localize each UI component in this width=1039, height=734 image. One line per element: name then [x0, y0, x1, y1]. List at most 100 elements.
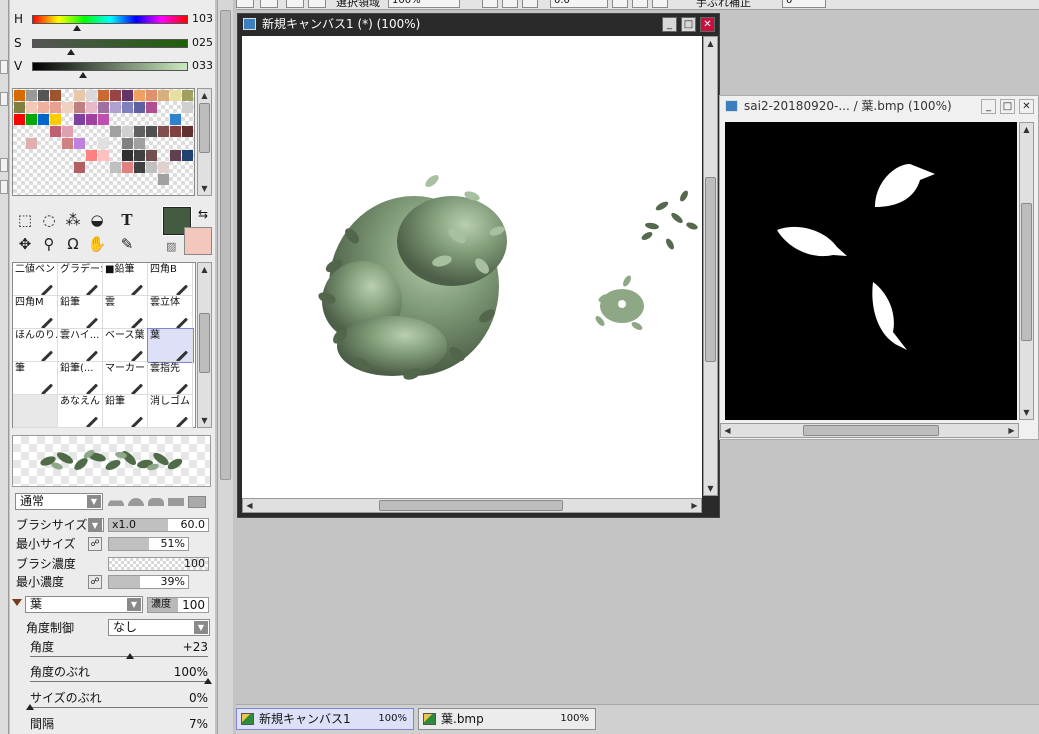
color-swatch[interactable] [122, 162, 133, 173]
color-swatch[interactable] [110, 102, 121, 113]
minimize-icon[interactable]: _ [662, 17, 677, 32]
background-color[interactable] [184, 227, 212, 255]
scroll-thumb[interactable] [220, 10, 231, 480]
color-swatch[interactable] [14, 126, 25, 137]
chevron-down-icon[interactable]: ▼ [127, 598, 141, 611]
rect-select-icon[interactable]: ⬚ [14, 209, 36, 231]
color-swatch[interactable] [170, 138, 181, 149]
color-swatch[interactable] [86, 90, 97, 101]
chevron-down-icon[interactable]: ▼ [194, 621, 208, 634]
color-swatch[interactable] [170, 162, 181, 173]
shape-icon[interactable]: ◒ [86, 209, 108, 231]
color-swatch[interactable] [146, 102, 157, 113]
color-swatch[interactable] [86, 186, 97, 197]
color-swatch[interactable] [182, 102, 193, 113]
color-swatch[interactable] [122, 150, 133, 161]
angle-jitter-slider[interactable] [30, 678, 212, 684]
color-swatch[interactable] [86, 126, 97, 137]
rotate-reset-button[interactable] [652, 0, 668, 8]
color-swatch[interactable] [146, 162, 157, 173]
color-swatch[interactable] [182, 126, 193, 137]
color-swatch[interactable] [74, 114, 85, 125]
min-size-slider[interactable]: 51% [108, 537, 189, 551]
brush-scrollbar[interactable]: ▲ ▼ [197, 262, 212, 428]
color-swatch[interactable] [50, 138, 61, 149]
color-swatch[interactable] [50, 162, 61, 173]
color-swatch[interactable] [62, 174, 73, 185]
brush-shape-medium[interactable] [148, 498, 164, 506]
color-swatch[interactable] [110, 90, 121, 101]
color-swatch[interactable] [38, 90, 49, 101]
color-swatch[interactable] [26, 162, 37, 173]
pressure-toggle-icon[interactable]: ☍ [88, 575, 102, 589]
zoom-out-button[interactable] [482, 0, 498, 8]
color-swatch[interactable] [122, 174, 133, 185]
magic-wand-icon[interactable]: ⁂ [62, 209, 84, 231]
color-swatch[interactable] [38, 126, 49, 137]
slider-marker[interactable] [204, 678, 212, 684]
color-swatch[interactable] [134, 162, 145, 173]
rotate-left-button[interactable] [612, 0, 628, 8]
scroll-down-icon[interactable]: ▼ [705, 483, 716, 494]
color-swatch[interactable] [50, 150, 61, 161]
stabilizer-select[interactable]: 0 [782, 0, 826, 8]
collapse-arrow-icon[interactable] [12, 599, 22, 606]
brush-slot[interactable]: 雲ハイ... [58, 329, 103, 362]
swap-colors-icon[interactable]: ⇆ [198, 207, 208, 221]
color-swatch[interactable] [26, 174, 37, 185]
zoom-select[interactable]: 100% [388, 0, 460, 8]
color-swatch[interactable] [182, 90, 193, 101]
color-swatch[interactable] [122, 138, 133, 149]
color-swatch[interactable] [14, 174, 25, 185]
color-swatch[interactable] [146, 114, 157, 125]
density-slider[interactable]: 100 [108, 557, 209, 571]
color-swatch[interactable] [74, 162, 85, 173]
canvas-horizontal-scrollbar[interactable]: ◀ ▶ [242, 498, 702, 513]
swatch-scrollbar[interactable]: ▲ ▼ [197, 88, 212, 196]
scroll-down-icon[interactable]: ▼ [1021, 407, 1032, 418]
move-icon[interactable]: ✥ [14, 233, 36, 255]
brush-shape-soft[interactable] [108, 498, 124, 506]
maximize-icon[interactable]: □ [681, 17, 696, 32]
color-swatch[interactable] [122, 114, 133, 125]
canvas-area[interactable] [242, 36, 702, 512]
slider-marker[interactable] [26, 704, 34, 710]
scroll-thumb[interactable] [1021, 203, 1032, 341]
brush-shape-flat[interactable] [168, 498, 184, 506]
color-swatch[interactable] [14, 186, 25, 197]
color-swatch[interactable] [14, 102, 25, 113]
scroll-up-icon[interactable]: ▲ [199, 90, 210, 101]
color-swatch[interactable] [98, 126, 109, 137]
color-swatch[interactable] [50, 174, 61, 185]
angle-slider[interactable] [30, 653, 208, 659]
color-swatch[interactable] [62, 186, 73, 197]
hand-icon[interactable]: ✋ [86, 233, 108, 255]
texture-select[interactable]: 葉 ▼ [25, 596, 143, 613]
color-swatch[interactable] [26, 150, 37, 161]
color-swatch[interactable] [38, 174, 49, 185]
brush-shape-round[interactable] [128, 498, 144, 506]
rotate-right-button[interactable] [632, 0, 648, 8]
toolbar-button[interactable] [236, 0, 254, 8]
color-swatch[interactable] [158, 174, 169, 185]
color-swatch[interactable] [62, 114, 73, 125]
color-swatch[interactable] [86, 150, 97, 161]
color-swatch[interactable] [38, 102, 49, 113]
color-swatch[interactable] [38, 150, 49, 161]
brush-slot[interactable]: グラデーション [58, 263, 103, 296]
color-swatch[interactable] [26, 114, 37, 125]
saturation-marker[interactable] [67, 49, 75, 55]
color-swatch[interactable] [14, 138, 25, 149]
color-swatch[interactable] [62, 90, 73, 101]
color-swatch[interactable] [170, 90, 181, 101]
brush-size-multiplier-button[interactable]: ▼ [88, 518, 104, 532]
color-swatch[interactable] [86, 174, 97, 185]
dock-handle[interactable] [0, 180, 8, 194]
color-swatch[interactable] [86, 114, 97, 125]
color-swatch[interactable] [158, 162, 169, 173]
window-title-bar[interactable]: 新規キャンバス1 (*) (100%) [238, 14, 719, 34]
document-tab[interactable]: 新規キャンバス1 100% [236, 708, 414, 730]
color-swatch[interactable] [110, 138, 121, 149]
color-swatch[interactable] [110, 114, 121, 125]
color-swatch[interactable] [50, 102, 61, 113]
